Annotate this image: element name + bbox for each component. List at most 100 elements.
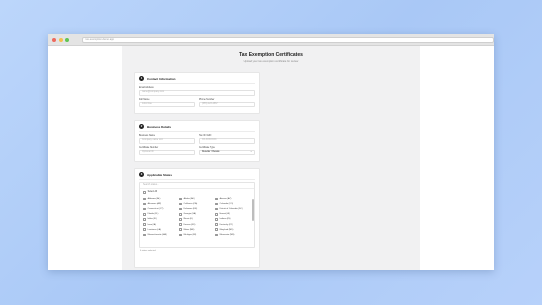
state-checkbox[interactable] bbox=[215, 207, 218, 211]
state-label: Alaska (AK) bbox=[183, 197, 195, 200]
state-label: Louisiana (LA) bbox=[147, 228, 161, 231]
state-option[interactable]: Kentucky (KY) bbox=[215, 223, 251, 226]
state-checkbox[interactable] bbox=[215, 233, 218, 237]
state-option[interactable]: Georgia (GA) bbox=[179, 213, 215, 216]
state-option[interactable]: Florida (FL) bbox=[143, 213, 179, 216]
business-name-field[interactable]: Company name LLC bbox=[139, 138, 195, 144]
state-option[interactable]: Iowa (IA) bbox=[143, 223, 179, 226]
state-checkbox[interactable] bbox=[179, 197, 182, 201]
state-label: Illinois (IL) bbox=[183, 218, 194, 221]
selected-count: 0 states selected bbox=[140, 250, 156, 252]
state-checkbox[interactable] bbox=[143, 213, 146, 216]
state-checkbox[interactable] bbox=[179, 228, 182, 232]
state-option[interactable]: Massachusetts (MA) bbox=[143, 233, 179, 237]
state-option[interactable]: Kansas (KS) bbox=[179, 223, 215, 226]
state-option[interactable]: Indiana (IN) bbox=[215, 218, 251, 221]
certificate-type-value: Reseller / Resale bbox=[202, 150, 220, 153]
state-checkbox[interactable] bbox=[215, 228, 218, 232]
state-checkbox[interactable] bbox=[179, 202, 182, 206]
address-bar[interactable]: tax-exemption.demo.app bbox=[81, 36, 494, 43]
state-option[interactable]: Hawaii (HI) bbox=[215, 213, 251, 216]
browser-window: tax-exemption.demo.app Tax Exemption Cer… bbox=[48, 34, 494, 270]
section-title: Contact Information bbox=[147, 76, 176, 81]
state-option[interactable]: Idaho (ID) bbox=[143, 218, 179, 221]
state-option[interactable]: Arkansas (AR) bbox=[143, 202, 179, 206]
state-checkbox[interactable] bbox=[215, 218, 218, 221]
state-checkbox[interactable] bbox=[179, 207, 182, 211]
state-option[interactable]: Connecticut (CT) bbox=[143, 207, 179, 211]
minimize-window-button[interactable] bbox=[58, 37, 63, 42]
scrollbar[interactable] bbox=[252, 199, 254, 221]
state-option[interactable]: Arizona (AZ) bbox=[215, 197, 251, 201]
state-label: Idaho (ID) bbox=[147, 218, 157, 221]
state-label: Iowa (IA) bbox=[147, 223, 156, 226]
page-header: Tax Exemption Certificates Upload your t… bbox=[122, 46, 420, 63]
state-label: Colorado (CO) bbox=[219, 203, 234, 206]
name-field[interactable]: John Doe bbox=[139, 101, 195, 107]
state-label: Hawaii (HI) bbox=[219, 213, 230, 216]
state-label: Arkansas (AR) bbox=[147, 203, 162, 206]
state-label: Minnesota (MN) bbox=[219, 233, 235, 236]
email-field[interactable]: name@company.com bbox=[139, 90, 255, 96]
state-checkbox[interactable] bbox=[143, 228, 146, 232]
state-checkbox[interactable] bbox=[215, 197, 218, 201]
step-number: 2 bbox=[139, 124, 144, 129]
state-checkbox[interactable] bbox=[215, 202, 218, 206]
page-title: Tax Exemption Certificates bbox=[239, 52, 303, 58]
contact-card: 1 Contact Information Email Address name… bbox=[134, 72, 260, 114]
state-label: Indiana (IN) bbox=[219, 218, 231, 221]
state-label: California (CA) bbox=[183, 203, 198, 206]
state-checkbox[interactable] bbox=[179, 213, 182, 216]
state-checkbox[interactable] bbox=[215, 223, 218, 226]
certificate-number-field[interactable]: Optional ID bbox=[139, 149, 195, 155]
page-subtitle: Upload your tax exemption certificate fo… bbox=[243, 60, 299, 63]
states-section-header: 3 Applicable States bbox=[135, 169, 259, 179]
state-label: Massachusetts (MA) bbox=[147, 233, 167, 236]
state-option[interactable]: Maine (ME) bbox=[179, 228, 215, 232]
state-option[interactable]: Louisiana (LA) bbox=[143, 228, 179, 232]
select-all-checkbox[interactable] bbox=[143, 191, 146, 194]
state-option[interactable]: Minnesota (MN) bbox=[215, 233, 251, 237]
state-label: Alabama (AL) bbox=[147, 197, 161, 200]
state-label: Michigan (MI) bbox=[183, 233, 197, 236]
tax-id-field[interactable]: XX-XXXXXXX bbox=[199, 138, 255, 144]
states-grid: Alabama (AL) Alaska (AK) Arizona (AZ) Arkan… bbox=[140, 196, 254, 239]
state-checkbox[interactable] bbox=[215, 213, 218, 216]
state-option[interactable]: Colorado (CO) bbox=[215, 202, 251, 206]
state-option[interactable]: District of Columbia (DC) bbox=[215, 207, 251, 211]
divider bbox=[139, 179, 255, 180]
state-checkbox[interactable] bbox=[143, 218, 146, 221]
state-checkbox[interactable] bbox=[143, 207, 146, 211]
state-label: Kansas (KS) bbox=[183, 223, 196, 226]
state-option[interactable]: Alaska (AK) bbox=[179, 197, 215, 201]
state-checkbox[interactable] bbox=[179, 223, 182, 226]
state-checkbox[interactable] bbox=[143, 202, 146, 206]
browser-titlebar: tax-exemption.demo.app bbox=[48, 34, 494, 46]
page-viewport: Tax Exemption Certificates Upload your t… bbox=[48, 46, 494, 270]
divider bbox=[139, 83, 255, 84]
phone-field[interactable]: (555) 123-4567 bbox=[199, 101, 255, 107]
maximize-window-button[interactable] bbox=[65, 37, 69, 42]
state-option[interactable]: Illinois (IL) bbox=[179, 218, 215, 221]
certificate-type-select[interactable]: Reseller / Resale ⌄ bbox=[199, 149, 255, 155]
business-section-header: 2 Business Details bbox=[135, 121, 259, 131]
state-checkbox[interactable] bbox=[179, 233, 182, 237]
right-margin bbox=[420, 46, 494, 270]
select-all-label: Select All bbox=[147, 191, 158, 194]
state-checkbox[interactable] bbox=[143, 233, 146, 237]
select-all-option[interactable]: Select All bbox=[140, 189, 254, 196]
state-checkbox[interactable] bbox=[143, 223, 146, 226]
close-window-button[interactable] bbox=[52, 37, 56, 42]
state-option[interactable]: Delaware (DE) bbox=[179, 207, 215, 211]
state-option[interactable]: Michigan (MI) bbox=[179, 233, 215, 237]
state-label: Connecticut (CT) bbox=[147, 208, 164, 211]
states-card: 3 Applicable States Search states... Sel… bbox=[134, 168, 260, 268]
section-title: Applicable States bbox=[147, 172, 173, 177]
business-card: 2 Business Details Business Name Company… bbox=[134, 120, 260, 162]
state-option[interactable]: Alabama (AL) bbox=[143, 197, 179, 201]
state-checkbox[interactable] bbox=[179, 218, 182, 221]
left-margin bbox=[48, 46, 122, 270]
state-option[interactable]: Maryland (MD) bbox=[215, 228, 251, 232]
state-checkbox[interactable] bbox=[143, 197, 146, 201]
state-option[interactable]: California (CA) bbox=[179, 202, 215, 206]
